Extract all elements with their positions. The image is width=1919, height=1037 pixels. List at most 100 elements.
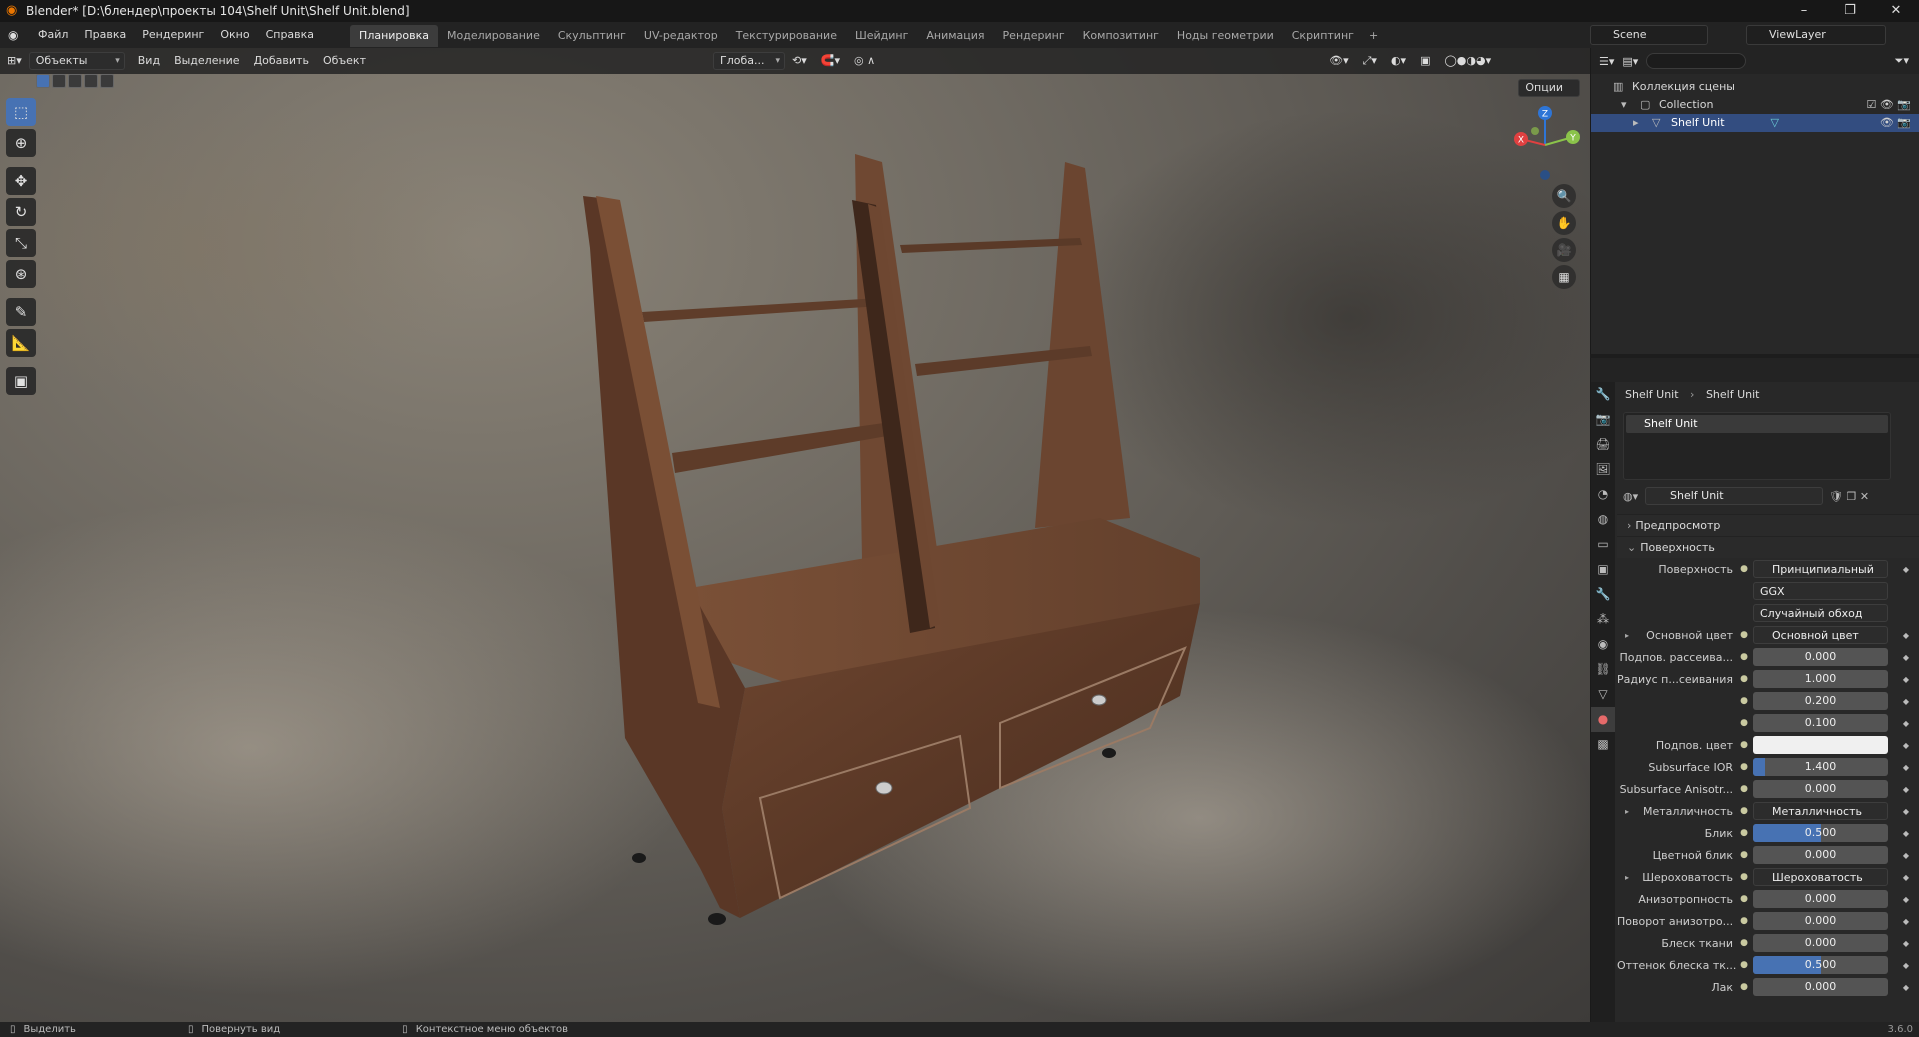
outliner-row-shelf-unit[interactable]: ▸ ▽ Shelf Unit ▽ 👁 📷 [1591, 114, 1919, 132]
physics-tab-icon[interactable]: ◉ [1591, 632, 1615, 657]
menu-add[interactable]: Добавить [247, 48, 316, 74]
keyframe-icon[interactable]: ◆ [1903, 829, 1909, 838]
select-box-tool-icon[interactable]: ⬚ [6, 98, 36, 126]
property-dropdown[interactable]: GGX [1753, 582, 1888, 600]
selection-mode-buttons[interactable] [36, 74, 114, 88]
socket-dot-icon[interactable]: ● [1739, 630, 1749, 640]
socket-dot-icon[interactable]: ● [1739, 982, 1749, 992]
property-field[interactable]: 0.500 [1753, 956, 1888, 974]
shelf-unit-model[interactable] [0, 48, 1590, 1022]
shading-modes-icon[interactable]: ◯●◑◕▾ [1437, 48, 1498, 74]
keyframe-icon[interactable]: ◆ [1903, 763, 1909, 772]
menu-help[interactable]: Справка [258, 22, 322, 48]
socket-dot-icon[interactable]: ● [1739, 652, 1749, 662]
tab-rendering[interactable]: Рендеринг [994, 25, 1074, 47]
blender-menu-icon[interactable]: ◉ [8, 28, 24, 42]
tool-tab-icon[interactable]: 🔧 [1591, 382, 1615, 407]
particles-tab-icon[interactable]: ⁂ [1591, 607, 1615, 632]
keyframe-icon[interactable]: ◆ [1903, 983, 1909, 992]
property-field[interactable]: Основной цвет [1753, 626, 1888, 644]
keyframe-icon[interactable]: ◆ [1903, 719, 1909, 728]
tab-texture-paint[interactable]: Текстурирование [727, 25, 846, 47]
proportional-edit-icon[interactable]: ◎ ∧ [847, 48, 882, 74]
socket-dot-icon[interactable]: ● [1739, 828, 1749, 838]
color-swatch[interactable] [1753, 736, 1888, 754]
measure-tool-icon[interactable]: 📐 [6, 329, 36, 357]
socket-dot-icon[interactable]: ● [1739, 872, 1749, 882]
panel-preview[interactable]: › Предпросмотр [1617, 514, 1919, 536]
select-invert-icon[interactable] [84, 74, 98, 88]
object-tab-icon[interactable]: ▣ [1591, 557, 1615, 582]
select-intersect-icon[interactable] [100, 74, 114, 88]
tab-compositing[interactable]: Композитинг [1074, 25, 1168, 47]
tab-geometry-nodes[interactable]: Ноды геометрии [1168, 25, 1283, 47]
tab-animation[interactable]: Анимация [917, 25, 993, 47]
maximize-button[interactable]: ❐ [1827, 0, 1873, 22]
keyframe-icon[interactable]: ◆ [1903, 675, 1909, 684]
keyframe-icon[interactable]: ◆ [1903, 917, 1909, 926]
modifier-tab-icon[interactable]: 🔧 [1591, 582, 1615, 607]
menu-file[interactable]: Файл [30, 22, 76, 48]
select-subtract-icon[interactable] [68, 74, 82, 88]
object-visibility-icons[interactable]: 👁 📷 [1880, 114, 1911, 132]
keyframe-icon[interactable]: ◆ [1903, 807, 1909, 816]
property-field[interactable]: 1.000 [1753, 670, 1888, 688]
interaction-mode-dropdown[interactable]: Объекты [28, 52, 125, 70]
socket-dot-icon[interactable]: ● [1739, 806, 1749, 816]
keyframe-icon[interactable]: ◆ [1903, 785, 1909, 794]
keyframe-icon[interactable]: ◆ [1903, 939, 1909, 948]
socket-dot-icon[interactable]: ● [1739, 674, 1749, 684]
tab-scripting[interactable]: Скриптинг [1283, 25, 1363, 47]
transform-orientation-dropdown[interactable]: Глоба... [713, 52, 785, 70]
zoom-icon[interactable]: 🔍 [1552, 184, 1576, 208]
3d-viewport[interactable]: ⊞▾ Объекты Вид Выделение Добавить Объект… [0, 48, 1590, 1022]
material-actions-icons[interactable]: 🛡 ❐ ✕ [1829, 490, 1869, 503]
collection-tab-icon[interactable]: ▭ [1591, 532, 1615, 557]
keyframe-icon[interactable]: ◆ [1903, 565, 1909, 574]
material-name-field[interactable]: Shelf Unit [1645, 487, 1823, 505]
tab-layout[interactable]: Планировка [350, 25, 439, 47]
scale-tool-icon[interactable]: ⤡ [6, 229, 36, 257]
socket-dot-icon[interactable]: ● [1739, 762, 1749, 772]
property-field[interactable]: Принципиальный BSDF [1753, 560, 1888, 578]
scene-tab-icon[interactable]: ◔ [1591, 482, 1615, 507]
socket-dot-icon[interactable]: ● [1739, 850, 1749, 860]
scene-selector[interactable]: Scene [1590, 25, 1708, 45]
material-slot[interactable]: Shelf Unit [1626, 415, 1888, 433]
property-field[interactable]: 0.100 [1753, 714, 1888, 732]
menu-window[interactable]: Окно [212, 22, 257, 48]
navigation-gizmo[interactable]: Z Y X [1505, 93, 1585, 183]
socket-dot-icon[interactable]: ● [1739, 696, 1749, 706]
browse-material-icon[interactable]: ◍▾ [1623, 490, 1645, 503]
add-workspace-icon[interactable]: + [1363, 29, 1384, 42]
socket-dot-icon[interactable]: ● [1739, 784, 1749, 794]
outliner-display-mode-icon[interactable]: ▤▾ [1622, 55, 1638, 68]
property-field[interactable]: 1.400 [1753, 758, 1888, 776]
keyframe-icon[interactable]: ◆ [1903, 895, 1909, 904]
render-tab-icon[interactable]: 📷 [1591, 407, 1615, 432]
property-field[interactable]: 0.000 [1753, 978, 1888, 996]
pivot-point-icon[interactable]: ⟲▾ [785, 48, 814, 74]
mesh-data-icon[interactable]: ▽ [1771, 114, 1779, 132]
keyframe-icon[interactable]: ◆ [1903, 631, 1909, 640]
property-field[interactable]: 0.500 [1753, 824, 1888, 842]
snap-icon[interactable]: 🧲▾ [814, 48, 847, 74]
constraints-tab-icon[interactable]: ⛓ [1591, 657, 1615, 682]
output-tab-icon[interactable]: 🖨 [1591, 432, 1615, 457]
view-layer-selector[interactable]: ViewLayer [1746, 25, 1886, 45]
socket-dot-icon[interactable]: ● [1739, 718, 1749, 728]
material-tab-icon[interactable]: ● [1591, 707, 1615, 732]
outliner-editor-type-icon[interactable]: ☰▾ [1599, 55, 1614, 68]
menu-select[interactable]: Выделение [167, 48, 247, 74]
minimize-button[interactable]: – [1781, 0, 1827, 22]
property-field[interactable]: 0.000 [1753, 648, 1888, 666]
pan-hand-icon[interactable]: ✋ [1552, 211, 1576, 235]
keyframe-icon[interactable]: ◆ [1903, 851, 1909, 860]
property-field[interactable]: Шероховатость [1753, 868, 1888, 886]
keyframe-icon[interactable]: ◆ [1903, 961, 1909, 970]
menu-render[interactable]: Рендеринг [134, 22, 212, 48]
outliner-row-scene-collection[interactable]: ▥ Коллекция сцены [1591, 78, 1919, 96]
menu-object[interactable]: Объект [316, 48, 373, 74]
ortho-grid-icon[interactable]: ▦ [1552, 265, 1576, 289]
transform-tool-icon[interactable]: ⊛ [6, 260, 36, 288]
